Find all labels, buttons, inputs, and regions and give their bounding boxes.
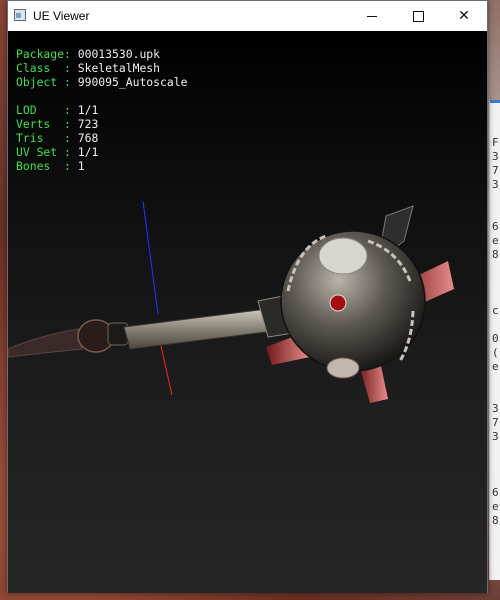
edge-char: 6 [492,486,499,499]
title-bar[interactable]: UE Viewer ✕ [8,1,487,31]
info-lod-line: LOD : 1/1 [16,103,98,117]
info-package-line: Package: 00013530.upk [16,47,160,61]
edge-char: 8 [492,514,499,527]
3d-viewport[interactable]: Package: 00013530.upk Class : SkeletalMe… [8,31,487,593]
bones-value: 1 [77,159,85,173]
mace-bottom-cap [326,357,360,379]
z-axis [142,200,159,315]
uvset-label: UV Set : [16,145,78,159]
info-bones-line: Bones : 1 [16,159,85,173]
edge-char: e [492,500,499,513]
minimize-button[interactable] [349,1,395,31]
edge-char: 6 [492,220,499,233]
edge-char: 3 [492,178,499,191]
class-label: Class : [16,61,78,75]
info-tris-line: Tris : 768 [16,131,98,145]
object-label: Object : [16,75,78,89]
close-button[interactable]: ✕ [441,1,487,31]
ue-viewer-window: UE Viewer ✕ Package: 00013530.upk Class … [7,0,488,593]
edge-char: 8 [492,248,499,261]
lod-label: LOD : [16,103,78,117]
edge-char: 3 [492,430,499,443]
window-title: UE Viewer [33,9,90,23]
info-verts-line: Verts : 723 [16,117,98,131]
uvset-value: 1/1 [77,145,99,159]
app-window-icon[interactable] [14,9,26,21]
verts-label: Verts : [16,117,78,131]
pommel-collar [107,322,129,346]
edge-char: 7 [492,416,499,429]
tris-value: 768 [77,131,99,145]
background-window-accent [490,100,500,103]
edge-char: 7 [492,164,499,177]
class-value: SkeletalMesh [77,61,161,75]
edge-char: 0 [492,332,499,345]
handle-grip [8,328,83,358]
minimize-icon [367,15,377,17]
edge-char: e [492,360,499,373]
red-gem [329,294,347,312]
edge-char: F [492,136,499,149]
edge-char: c [492,304,499,317]
info-class-line: Class : SkeletalMesh [16,61,160,75]
edge-char: ( [492,346,499,359]
tris-label: Tris : [16,131,78,145]
edge-char: 3 [492,402,499,415]
maximize-icon [412,10,424,22]
package-label: Package: [16,47,78,61]
package-value: 00013530.upk [77,47,161,61]
lod-value: 1/1 [77,103,99,117]
info-object-line: Object : 990095_Autoscale [16,75,187,89]
verts-value: 723 [77,117,99,131]
mace-cap [318,237,368,275]
bones-label: Bones : [16,159,78,173]
info-uvset-line: UV Set : 1/1 [16,145,98,159]
close-icon: ✕ [458,8,470,24]
edge-char: e [492,234,499,247]
edge-char: 3 [492,150,499,163]
maximize-button[interactable] [395,1,441,31]
object-value: 990095_Autoscale [77,75,188,89]
